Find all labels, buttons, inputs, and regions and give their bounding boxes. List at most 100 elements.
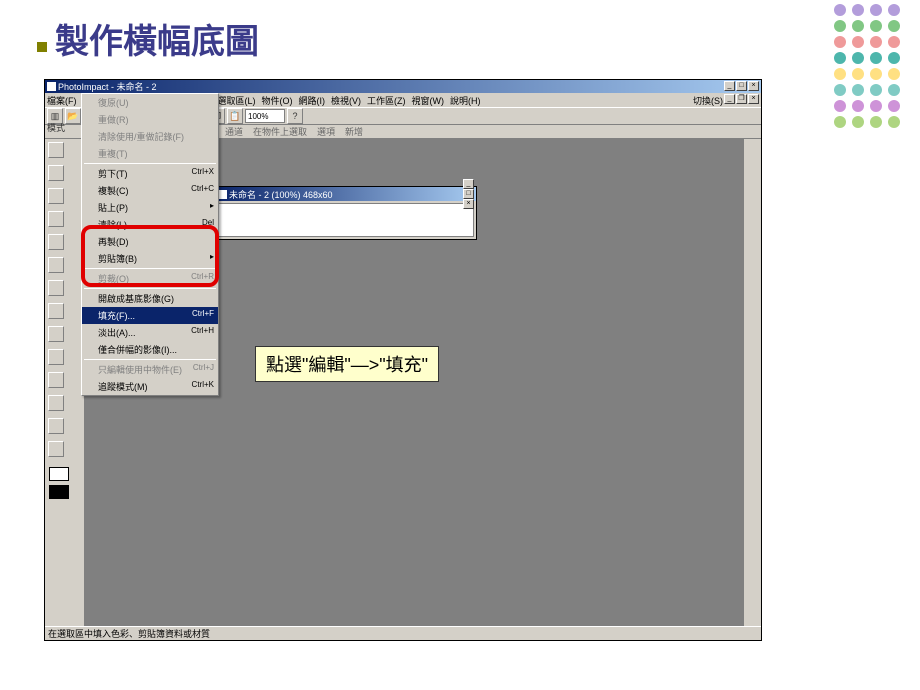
doc-canvas[interactable] (218, 203, 474, 237)
swatch-foreground[interactable] (49, 467, 69, 481)
statusbar: 在選取區中填入色彩、剪貼簿資料或材質 (45, 626, 761, 640)
dot-icon (834, 20, 846, 32)
tool-open-icon[interactable]: 📂 (65, 108, 81, 124)
close-button[interactable]: × (748, 81, 759, 91)
dot-icon (852, 4, 864, 16)
menu-item: 重複(T) (82, 145, 218, 162)
dot-icon (870, 68, 882, 80)
decorative-dots (834, 4, 902, 128)
edit-menu-dropdown: 復原(U)重做(R)清除使用/重做記錄(F)重複(T) 剪下(T)Ctrl+X複製… (81, 93, 219, 396)
app-title-prefix: PhotoImpact (58, 82, 109, 92)
doc-minimize-button[interactable]: _ (463, 179, 474, 189)
menu-item[interactable]: 複製(C)Ctrl+C (82, 182, 218, 199)
menu-item[interactable]: 淡出(A)...Ctrl+H (82, 324, 218, 341)
inner-minimize-button[interactable]: _ (724, 94, 735, 104)
tool-text-icon[interactable] (48, 257, 64, 273)
dot-icon (834, 84, 846, 96)
instruction-callout: 點選"編輯"—>"填充" (255, 346, 439, 382)
dot-icon (852, 36, 864, 48)
menu-item[interactable]: 貼上(P)▸ (82, 199, 218, 216)
menu-item[interactable]: 說明(H) (450, 94, 481, 107)
minimize-button[interactable]: _ (724, 81, 735, 91)
dot-icon (834, 4, 846, 16)
tool-gradient-icon[interactable] (48, 395, 64, 411)
menu-item: 只編輯使用中物件(E)Ctrl+J (82, 361, 218, 378)
tool-help-icon[interactable]: ? (287, 108, 303, 124)
sub-toolbar-label[interactable]: 新增 (345, 125, 363, 138)
dot-icon (870, 100, 882, 112)
tool-brush-icon[interactable] (48, 303, 64, 319)
dot-icon (870, 116, 882, 128)
doc-maximize-button[interactable]: □ (463, 189, 474, 199)
dot-icon (888, 84, 900, 96)
dot-icon (834, 100, 846, 112)
dot-icon (870, 20, 882, 32)
dot-icon (852, 116, 864, 128)
sub-toolbar-label[interactable]: 選項 (317, 125, 335, 138)
inner-close-button[interactable]: × (748, 94, 759, 104)
menu-item[interactable]: 視窗(W) (412, 94, 445, 107)
tool-arrow-icon[interactable] (48, 142, 64, 158)
dot-icon (834, 36, 846, 48)
menu-item[interactable]: 剪貼簿(B)▸ (82, 250, 218, 267)
dot-icon (852, 100, 864, 112)
menu-item: 清除使用/重做記錄(F) (82, 128, 218, 145)
menu-item[interactable]: 檔案(F) (47, 94, 77, 107)
tool-move-icon[interactable] (48, 165, 64, 181)
dot-icon (888, 36, 900, 48)
menu-item[interactable]: 填充(F)...Ctrl+F (82, 307, 218, 324)
dot-icon (870, 36, 882, 48)
menu-item: 重做(R) (82, 111, 218, 128)
menu-switch[interactable]: 切換(S) (693, 94, 723, 107)
dot-icon (888, 116, 900, 128)
zoom-input[interactable]: 100% (245, 109, 285, 123)
doc-close-button[interactable]: × (463, 199, 474, 209)
inner-restore-button[interactable]: ❐ (736, 94, 747, 104)
menu-item[interactable]: 僅合併幅的影像(I)... (82, 341, 218, 358)
sub-toolbar-label[interactable]: 在物件上選取 (253, 125, 307, 138)
tool-eraser-icon[interactable] (48, 349, 64, 365)
dot-icon (852, 52, 864, 64)
dot-icon (834, 52, 846, 64)
dot-icon (888, 100, 900, 112)
maximize-button[interactable]: □ (736, 81, 747, 91)
menu-item[interactable]: 選取區(L) (218, 94, 256, 107)
dot-icon (852, 84, 864, 96)
status-text: 在選取區中填入色彩、剪貼簿資料或材質 (48, 627, 210, 640)
slide-title: 製作橫幅底圖 (55, 14, 259, 63)
menu-item: 復原(U) (82, 94, 218, 111)
mode-label: 模式 (47, 121, 65, 134)
document-window[interactable]: 未命名 - 2 (100%) 468x60 _ □ × (215, 186, 477, 240)
tool-select-icon[interactable] (48, 188, 64, 204)
menu-item[interactable]: 物件(O) (262, 94, 293, 107)
menu-item[interactable]: 剪下(T)Ctrl+X (82, 165, 218, 182)
dot-icon (852, 20, 864, 32)
right-panel (743, 139, 761, 626)
tool-fill-icon[interactable] (48, 372, 64, 388)
menu-item[interactable]: 清除(L)Del (82, 216, 218, 233)
dot-icon (870, 84, 882, 96)
dot-icon (834, 68, 846, 80)
app-icon (47, 82, 56, 91)
sub-toolbar-label[interactable]: 通道 (225, 125, 243, 138)
tool-eyedrop-icon[interactable] (48, 441, 64, 457)
menu-item[interactable]: 再製(D) (82, 233, 218, 250)
tool-clone-icon[interactable] (48, 326, 64, 342)
tool-crop-icon[interactable] (48, 280, 64, 296)
swatch-background[interactable] (49, 485, 69, 499)
tool-wand-icon[interactable] (48, 234, 64, 250)
menu-item[interactable]: 網路(I) (299, 94, 326, 107)
menu-item[interactable]: 開啟成基底影像(G) (82, 290, 218, 307)
tool-paste-icon[interactable]: 📋 (227, 108, 243, 124)
tool-shape-icon[interactable] (48, 418, 64, 434)
title-bullet (37, 42, 47, 52)
app-title-doc: 未命名 - 2 (117, 80, 157, 93)
menu-item[interactable]: 檢視(V) (331, 94, 361, 107)
tool-lasso-icon[interactable] (48, 211, 64, 227)
dot-icon (870, 4, 882, 16)
doc-window-icon (218, 190, 227, 199)
menu-item[interactable]: 追蹤模式(M)Ctrl+K (82, 378, 218, 395)
menu-item[interactable]: 工作區(Z) (367, 94, 406, 107)
dot-icon (852, 68, 864, 80)
dot-icon (888, 68, 900, 80)
